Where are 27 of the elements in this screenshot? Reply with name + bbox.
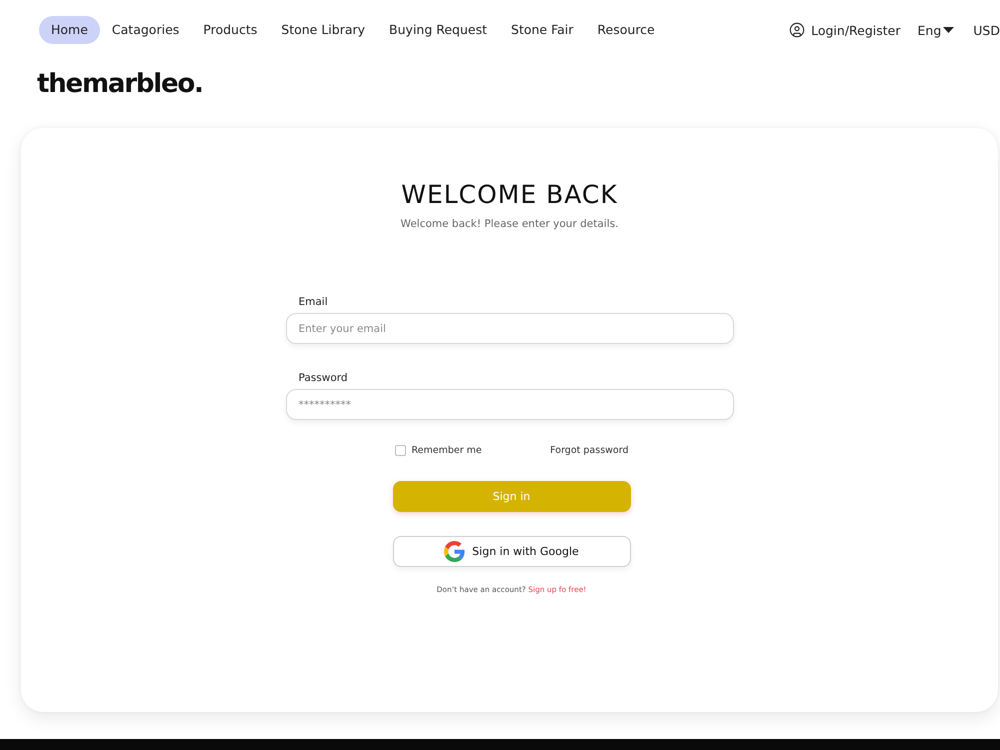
nav-link[interactable]: Stone Library: [269, 16, 378, 44]
email-field[interactable]: Enter your email: [286, 313, 734, 344]
password-field[interactable]: **********: [286, 389, 734, 420]
forgot-password-link[interactable]: Forgot password: [550, 445, 628, 456]
field-label: Password: [298, 371, 348, 385]
login-register-link[interactable]: Login/Register: [789, 22, 901, 38]
language-label: Eng: [918, 22, 942, 38]
nav-link[interactable]: Resource: [585, 16, 667, 44]
nav-link[interactable]: Home: [39, 16, 100, 44]
language-dropdown[interactable]: Eng: [918, 22, 954, 38]
google-sign-in-button[interactable]: Sign in with Google: [392, 536, 630, 567]
nav-link[interactable]: Catagories: [100, 16, 192, 44]
g-logo-icon: [444, 541, 466, 562]
logo[interactable]: themarbleo.: [37, 66, 203, 102]
page-subtitle: Welcome back! Please enter your details.: [400, 217, 618, 231]
page-title: WELCOME BACK: [401, 180, 618, 210]
google-sign-in-label: Sign in with Google: [472, 545, 579, 558]
remember-label: Remember me: [412, 445, 482, 456]
nav-link[interactable]: Products: [191, 16, 270, 44]
remember-checkbox[interactable]: [394, 445, 406, 456]
field-label: Email: [298, 295, 328, 309]
user-icon: [789, 22, 806, 38]
login-register-label: Login/Register: [811, 22, 901, 38]
nav-link[interactable]: Buying Request: [377, 16, 500, 44]
nav-link[interactable]: Stone Fair: [499, 16, 586, 44]
currency-button[interactable]: USD: [973, 22, 1000, 38]
caret-icon: [943, 27, 954, 33]
